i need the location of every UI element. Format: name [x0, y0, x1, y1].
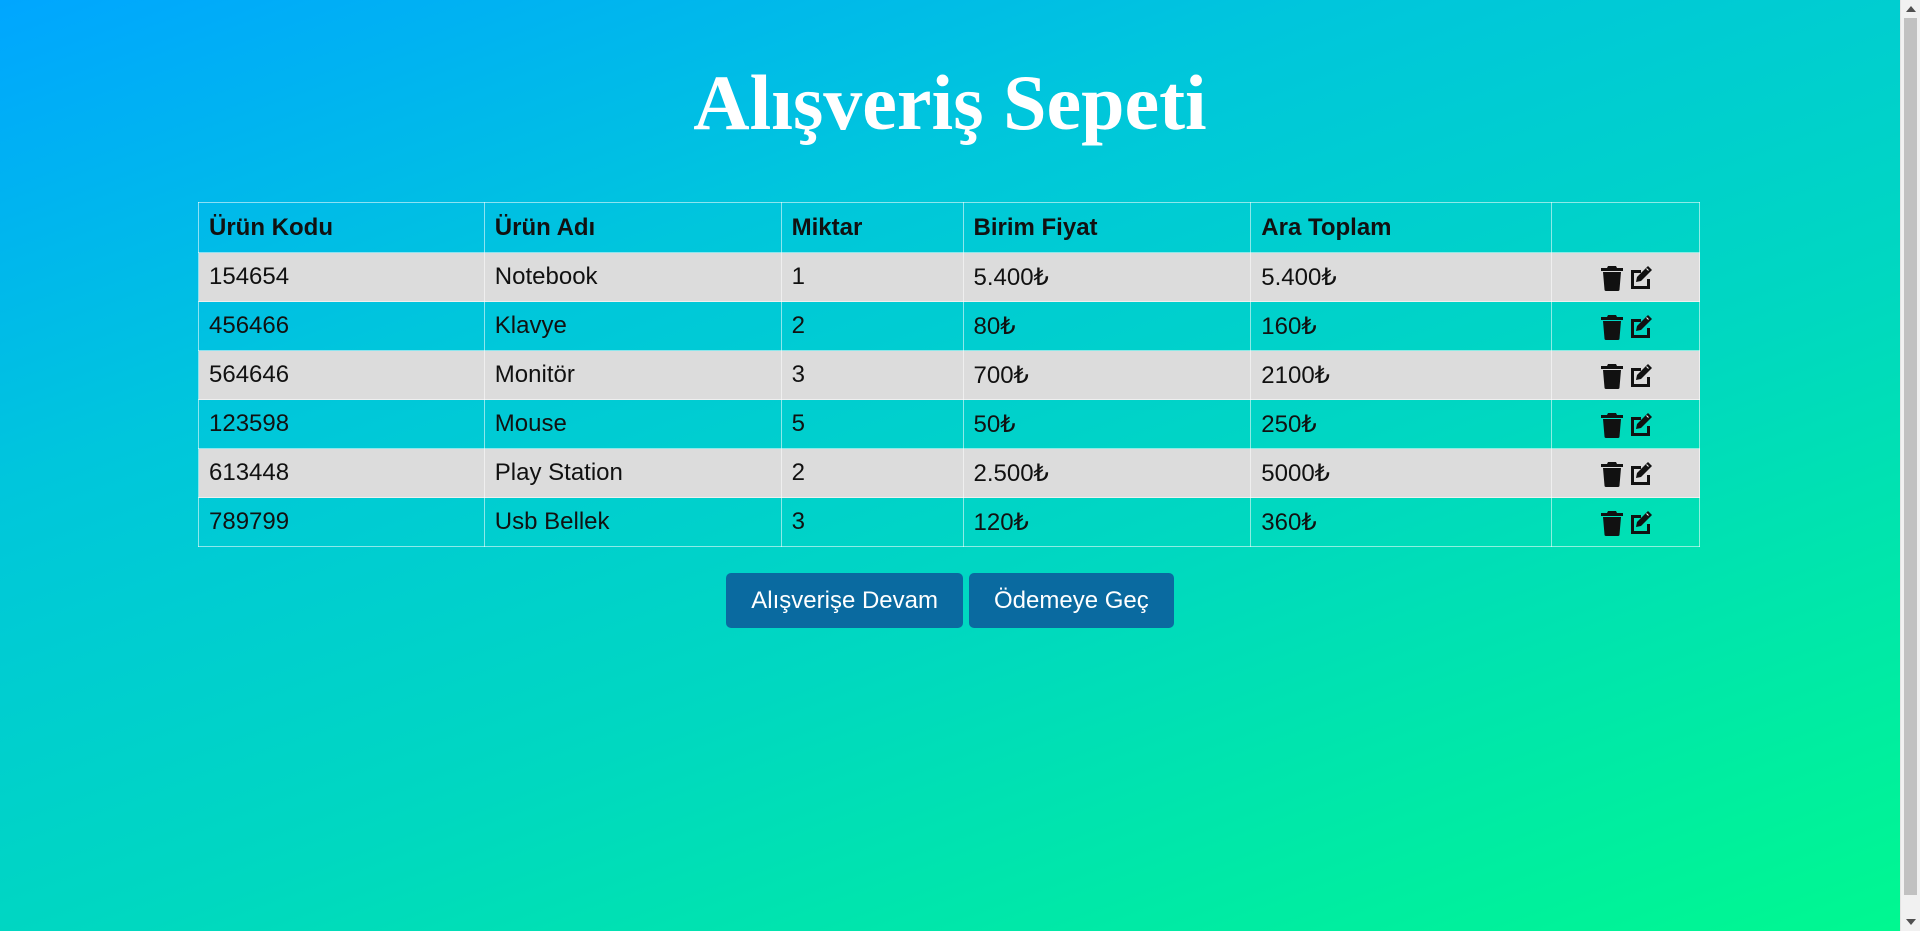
table-row: 613448 Play Station 2 2.500₺ 5000₺ — [198, 448, 1700, 498]
page-title: Alışveriş Sepeti — [693, 59, 1207, 146]
edit-icon[interactable] — [1628, 461, 1652, 487]
unit-price-cell: 50₺ — [962, 399, 1252, 449]
subtotal-cell: 2100₺ — [1250, 350, 1553, 400]
edit-icon[interactable] — [1628, 265, 1652, 291]
row-actions — [1551, 301, 1700, 351]
table-row: 456466 Klavye 2 80₺ 160₺ — [198, 301, 1700, 351]
product-name-cell: Klavye — [483, 301, 782, 351]
scroll-down-arrow-icon[interactable] — [1906, 919, 1916, 925]
row-actions — [1551, 448, 1700, 498]
row-actions — [1551, 399, 1700, 449]
row-actions — [1551, 252, 1700, 302]
page-background: Alışveriş Sepeti Ürün Kodu Ürün Adı Mikt… — [0, 0, 1900, 931]
product-name-cell: Monitör — [483, 350, 782, 400]
product-code-cell: 789799 — [198, 497, 485, 547]
product-name-cell: Notebook — [483, 252, 782, 302]
product-name-cell: Usb Bellek — [483, 497, 782, 547]
vertical-scrollbar[interactable] — [1900, 0, 1920, 931]
edit-icon[interactable] — [1628, 363, 1652, 389]
trash-icon[interactable] — [1600, 265, 1624, 291]
product-name-cell: Play Station — [483, 448, 782, 498]
header-product-name: Ürün Adı — [483, 202, 782, 253]
quantity-cell: 3 — [780, 497, 964, 547]
edit-icon[interactable] — [1628, 510, 1652, 536]
quantity-cell: 5 — [780, 399, 964, 449]
product-code-cell: 154654 — [198, 252, 485, 302]
unit-price-cell: 5.400₺ — [962, 252, 1252, 302]
table-row: 789799 Usb Bellek 3 120₺ 360₺ — [198, 497, 1700, 547]
trash-icon[interactable] — [1600, 510, 1624, 536]
unit-price-cell: 2.500₺ — [962, 448, 1252, 498]
table-row: 564646 Monitör 3 700₺ 2100₺ — [198, 350, 1700, 400]
table-row: 123598 Mouse 5 50₺ 250₺ — [198, 399, 1700, 449]
quantity-cell: 1 — [780, 252, 964, 302]
continue-shopping-button[interactable]: Alışverişe Devam — [726, 573, 963, 628]
trash-icon[interactable] — [1600, 363, 1624, 389]
subtotal-cell: 5.400₺ — [1250, 252, 1553, 302]
cart-table: Ürün Kodu Ürün Adı Miktar Birim Fiyat Ar… — [198, 202, 1700, 547]
header-quantity: Miktar — [780, 202, 964, 253]
quantity-cell: 3 — [780, 350, 964, 400]
subtotal-cell: 250₺ — [1250, 399, 1553, 449]
trash-icon[interactable] — [1600, 314, 1624, 340]
product-code-cell: 564646 — [198, 350, 485, 400]
table-header-row: Ürün Kodu Ürün Adı Miktar Birim Fiyat Ar… — [198, 202, 1700, 253]
quantity-cell: 2 — [780, 301, 964, 351]
header-product-code: Ürün Kodu — [198, 202, 485, 253]
scroll-up-arrow-icon[interactable] — [1906, 6, 1916, 12]
cart-buttons: Alışverişe Devam Ödemeye Geç — [0, 573, 1900, 628]
edit-icon[interactable] — [1628, 412, 1652, 438]
scrollbar-thumb[interactable] — [1904, 18, 1917, 895]
header-unit-price: Birim Fiyat — [962, 202, 1252, 253]
quantity-cell: 2 — [780, 448, 964, 498]
trash-icon[interactable] — [1600, 461, 1624, 487]
product-code-cell: 456466 — [198, 301, 485, 351]
header-subtotal: Ara Toplam — [1250, 202, 1553, 253]
unit-price-cell: 80₺ — [962, 301, 1252, 351]
edit-icon[interactable] — [1628, 314, 1652, 340]
header-actions — [1551, 202, 1700, 253]
subtotal-cell: 360₺ — [1250, 497, 1553, 547]
subtotal-cell: 5000₺ — [1250, 448, 1553, 498]
trash-icon[interactable] — [1600, 412, 1624, 438]
table-row: 154654 Notebook 1 5.400₺ 5.400₺ — [198, 252, 1700, 302]
unit-price-cell: 120₺ — [962, 497, 1252, 547]
checkout-button[interactable]: Ödemeye Geç — [968, 573, 1174, 628]
product-name-cell: Mouse — [483, 399, 782, 449]
row-actions — [1551, 497, 1700, 547]
row-actions — [1551, 350, 1700, 400]
product-code-cell: 613448 — [198, 448, 485, 498]
subtotal-cell: 160₺ — [1250, 301, 1553, 351]
product-code-cell: 123598 — [198, 399, 485, 449]
unit-price-cell: 700₺ — [962, 350, 1252, 400]
